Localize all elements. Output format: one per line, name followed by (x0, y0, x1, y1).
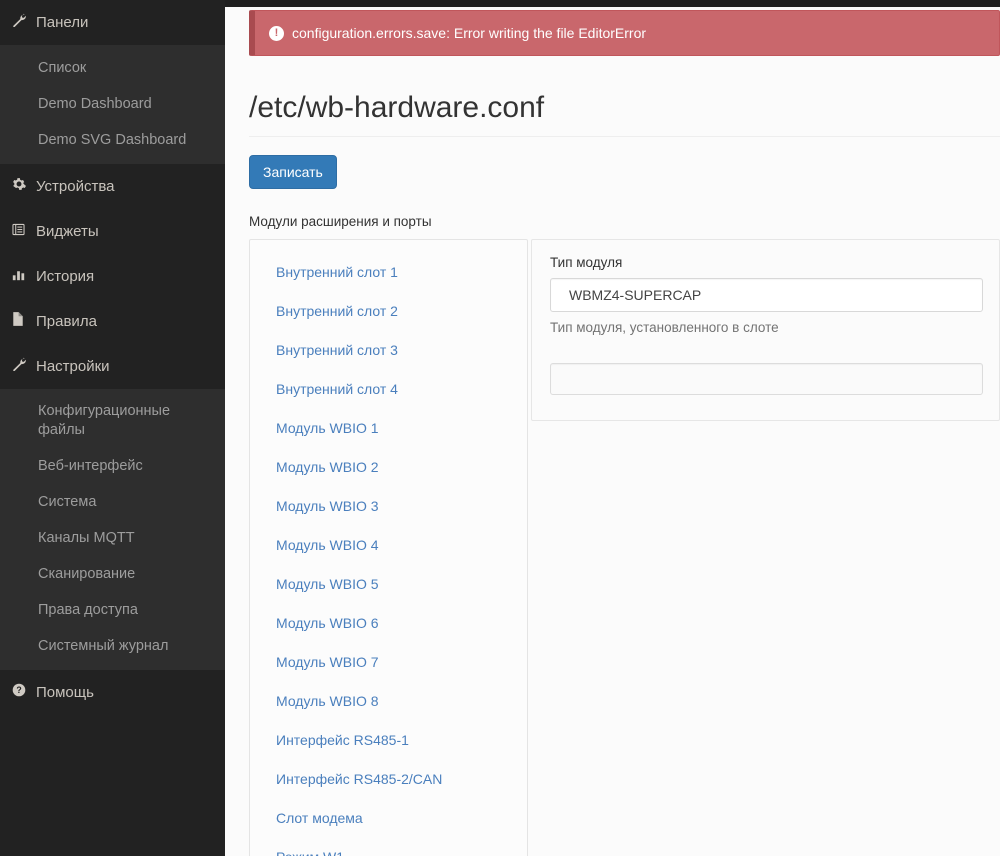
list-item[interactable]: Модуль WBIO 8 (250, 681, 527, 720)
list-item[interactable]: Модуль WBIO 2 (250, 447, 527, 486)
sidebar-item-settings[interactable]: Настройки (0, 344, 225, 389)
sidebar-item-help[interactable]: ? Помощь (0, 670, 225, 715)
sidebar-subitem-config-files[interactable]: Конфигурационные файлы (0, 394, 225, 448)
list-item[interactable]: Внутренний слот 2 (250, 291, 527, 330)
sidebar-label-panels: Панели (36, 14, 89, 31)
app-root: Панели Список Demo Dashboard Demo SVG Da… (0, 0, 1000, 856)
sidebar-subitem-demo-dashboard[interactable]: Demo Dashboard (0, 86, 225, 122)
sidebar-item-rules[interactable]: Правила (0, 299, 225, 344)
list-item[interactable]: Внутренний слот 3 (250, 330, 527, 369)
help-circle-icon: ? (12, 682, 30, 702)
sidebar-item-history[interactable]: История (0, 254, 225, 299)
sidebar-subitem-web-interface[interactable]: Веб-интерфейс (0, 448, 225, 484)
sidebar-subitem-system[interactable]: Система (0, 484, 225, 520)
sidebar-item-devices[interactable]: Устройства (0, 164, 225, 209)
sidebar-subitem-list[interactable]: Список (0, 50, 225, 86)
list-item[interactable]: Модуль WBIO 7 (250, 642, 527, 681)
sidebar-label-widgets: Виджеты (36, 223, 99, 240)
widgets-icon (12, 221, 30, 241)
list-item[interactable]: Интерфейс RS485-1 (250, 720, 527, 759)
sidebar-item-widgets[interactable]: Виджеты (0, 209, 225, 254)
modules-panel-row: Внутренний слот 1 Внутренний слот 2 Внут… (249, 239, 1000, 856)
sidebar-subitem-system-log[interactable]: Системный журнал (0, 628, 225, 664)
exclamation-circle-icon: ! (269, 25, 284, 41)
list-item[interactable]: Интерфейс RS485-2/CAN (250, 759, 527, 798)
sidebar-label-history: История (36, 268, 95, 285)
secondary-input[interactable] (550, 363, 983, 395)
module-type-label: Тип модуля (550, 255, 623, 270)
sidebar-label-settings: Настройки (36, 358, 110, 375)
list-item[interactable]: Модуль WBIO 3 (250, 486, 527, 525)
list-item[interactable]: Внутренний слот 4 (250, 369, 527, 408)
bar-chart-icon (12, 266, 30, 286)
submenu-settings: Конфигурационные файлы Веб-интерфейс Сис… (0, 389, 225, 670)
module-type-help: Тип модуля, установленного в слоте (550, 320, 779, 335)
error-alert-message: configuration.errors.save: Error writing… (292, 25, 647, 41)
list-item[interactable]: Режим W1 (250, 837, 527, 856)
list-item[interactable]: Модуль WBIO 5 (250, 564, 527, 603)
list-item[interactable]: Модуль WBIO 4 (250, 525, 527, 564)
error-alert: ! configuration.errors.save: Error writi… (249, 10, 1000, 56)
sidebar-item-panels[interactable]: Панели (0, 0, 225, 45)
submenu-panels: Список Demo Dashboard Demo SVG Dashboard (0, 45, 225, 164)
sidebar-subitem-demo-svg-dashboard[interactable]: Demo SVG Dashboard (0, 122, 225, 158)
sidebar-subitem-permissions[interactable]: Права доступа (0, 592, 225, 628)
wrench-icon (12, 356, 30, 376)
slot-list-panel: Внутренний слот 1 Внутренний слот 2 Внут… (249, 239, 528, 856)
main-content: ! configuration.errors.save: Error writi… (225, 0, 1000, 856)
sidebar: Панели Список Demo Dashboard Demo SVG Da… (0, 0, 225, 856)
sidebar-subitem-mqtt-channels[interactable]: Каналы MQTT (0, 520, 225, 556)
file-icon (12, 311, 30, 331)
wrench-icon (12, 12, 30, 32)
section-label: Модули расширения и порты (249, 214, 432, 229)
svg-text:?: ? (16, 685, 21, 695)
sidebar-label-rules: Правила (36, 313, 97, 330)
slot-detail-panel: Тип модуля Тип модуля, установленного в … (531, 239, 1000, 421)
gear-icon (12, 176, 30, 196)
content-wrapper: ! configuration.errors.save: Error writi… (225, 10, 1000, 856)
save-button[interactable]: Записать (249, 155, 337, 189)
sidebar-label-help: Помощь (36, 684, 94, 701)
list-item[interactable]: Слот модема (250, 798, 527, 837)
sidebar-subitem-scanning[interactable]: Сканирование (0, 556, 225, 592)
page-title: /etc/wb-hardware.conf (249, 90, 1000, 137)
top-strip (225, 0, 1000, 7)
module-type-input[interactable] (550, 278, 983, 312)
list-item[interactable]: Модуль WBIO 1 (250, 408, 527, 447)
list-item[interactable]: Внутренний слот 1 (250, 252, 527, 291)
sidebar-label-devices: Устройства (36, 178, 115, 195)
list-item[interactable]: Модуль WBIO 6 (250, 603, 527, 642)
